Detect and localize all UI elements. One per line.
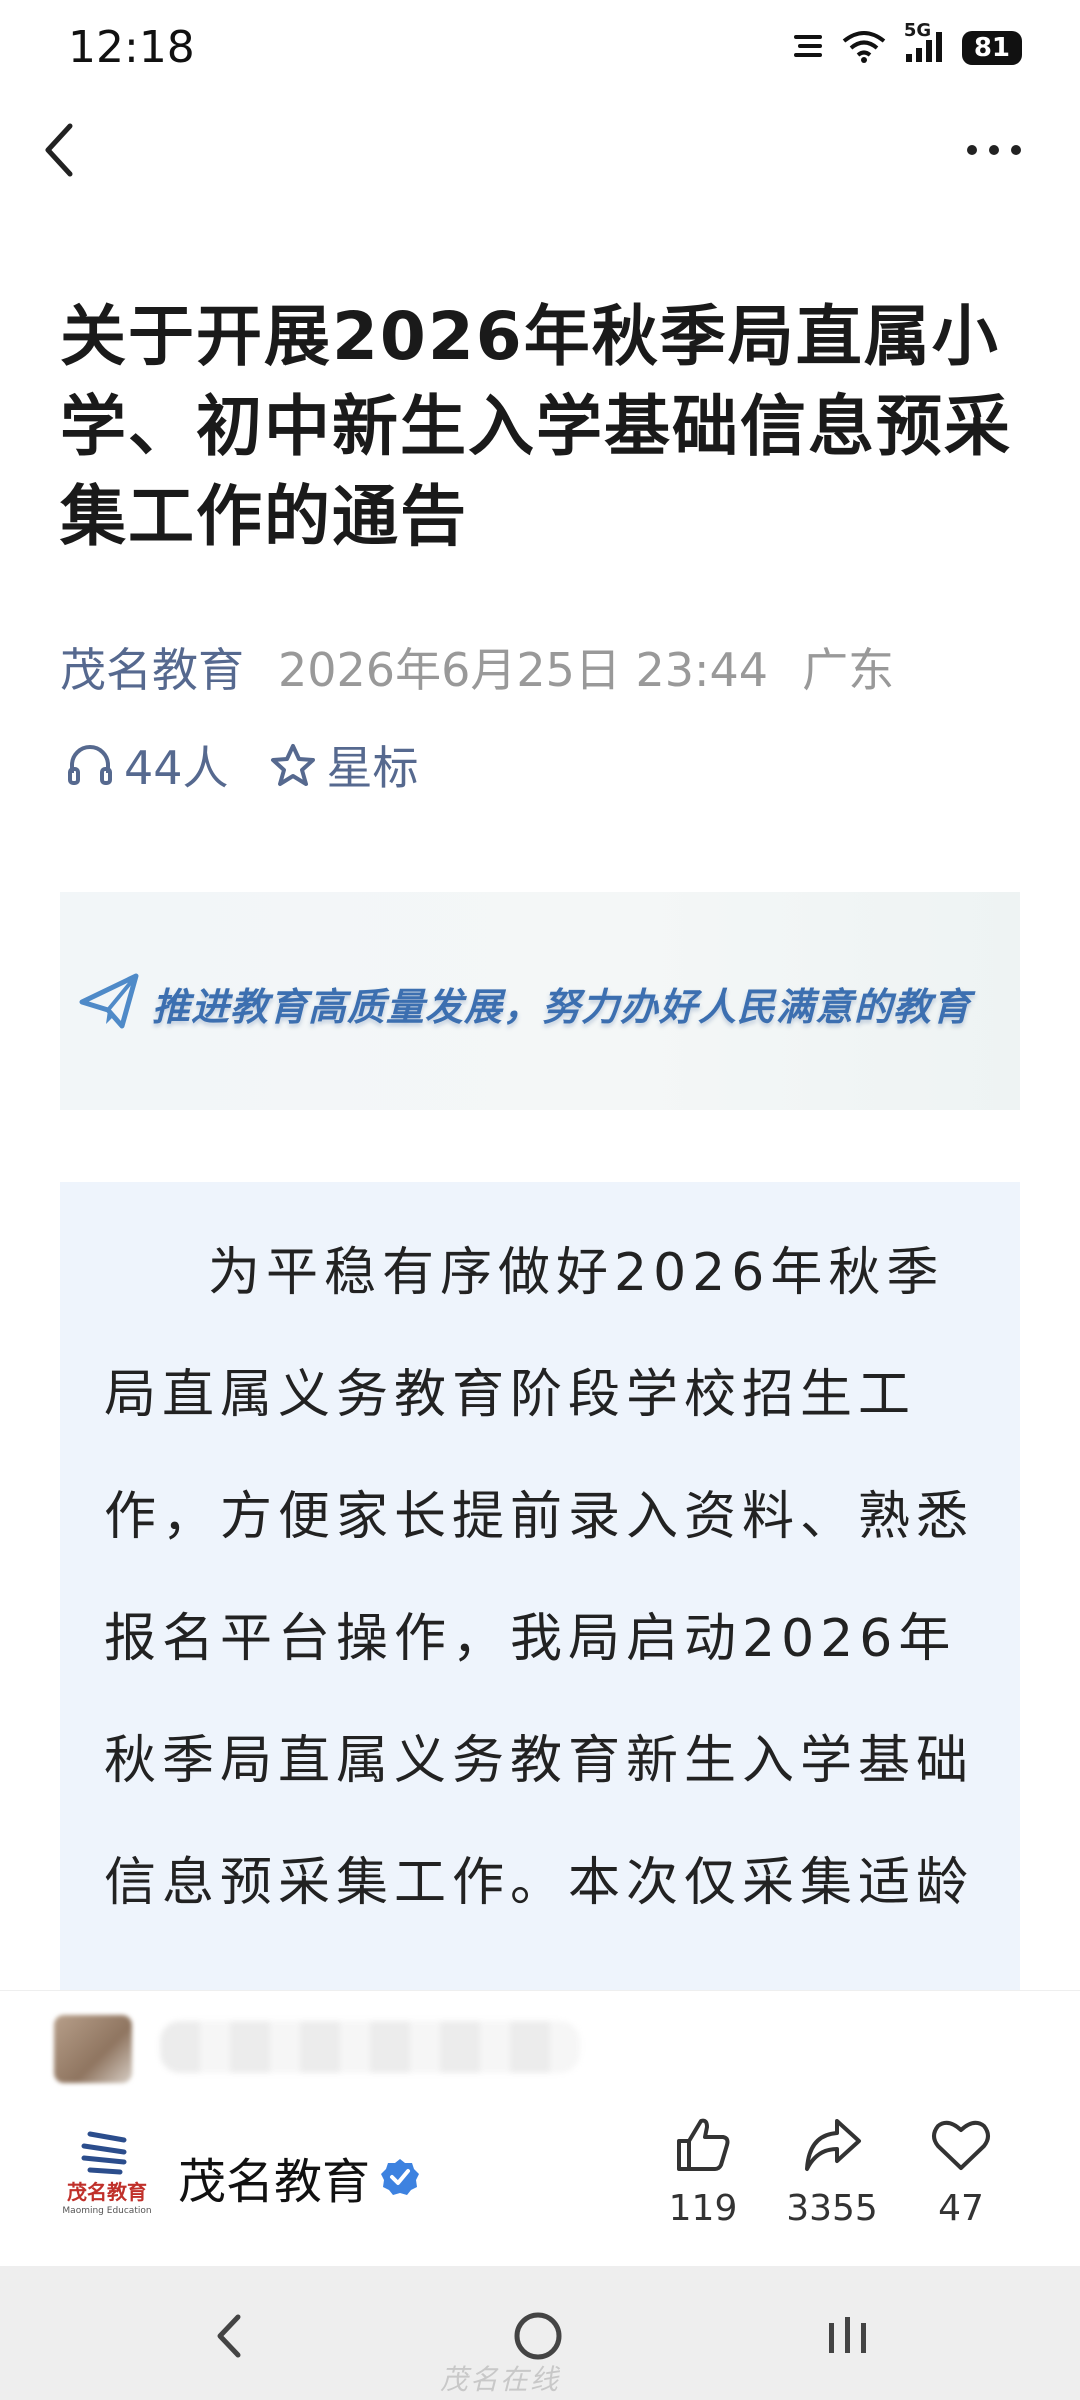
listener-count: 44人: [124, 741, 229, 795]
verified-badge-icon: [381, 2159, 420, 2195]
article-meta: 茂名教育 2026年6月25日 23:44 广东: [60, 634, 894, 700]
author-name[interactable]: 茂名教育: [178, 2142, 420, 2212]
paper-plane-icon: [79, 973, 139, 1029]
thumbs-up-icon: [677, 2118, 730, 2171]
author-bar: 茂名教育 Maoming Education 茂名教育 119 3355 47: [0, 2088, 1080, 2266]
commenter-name-blurred: [160, 2021, 580, 2073]
network-type-label: 5G: [903, 20, 932, 41]
star-button[interactable]: 星标: [269, 732, 419, 798]
banner-slogan: 推进教育高质量发展，努力办好人民满意的教育: [152, 985, 972, 1029]
status-time: 12:18: [68, 22, 195, 73]
notification-icon: [792, 32, 824, 64]
share-button[interactable]: 3355: [772, 2108, 892, 2229]
slogan-banner: 推进教育高质量发展，努力办好人民满意的教育: [60, 892, 1020, 1110]
commenter-row[interactable]: [0, 1990, 1080, 2089]
article-body-panel: 为平稳有序做好2026年秋季局直属义务教育阶段学校招生工作，方便家长提前录入资料…: [60, 1182, 1020, 1990]
headphones-icon: [68, 745, 112, 785]
commenter-avatar: [54, 2015, 132, 2083]
favorite-count: 47: [938, 2188, 984, 2229]
watermark-text: 茂名在线: [440, 2363, 561, 2396]
article-title: 关于开展2026年秋季局直属小学、初中新生入学基础信息预采集工作的通告: [60, 298, 1012, 555]
logo-subtext: Maoming Education: [62, 2206, 152, 2216]
status-bar: 12:18 5G 81: [0, 0, 1080, 100]
logo-text: 茂名教育: [67, 2180, 147, 2204]
battery-indicator: 81: [961, 31, 1022, 65]
article-actions: 44人 星标: [66, 732, 419, 798]
like-button[interactable]: 119: [643, 2108, 763, 2229]
author-name-label: 茂名教育: [178, 2154, 371, 2210]
heart-icon: [932, 2120, 990, 2170]
nav-recents-icon: [829, 2317, 866, 2353]
listen-button[interactable]: 44人: [66, 732, 229, 798]
more-dots-icon: [967, 145, 1021, 155]
article-source-link[interactable]: 茂名教育: [60, 634, 244, 700]
article-body-text: 为平稳有序做好2026年秋季局直属义务教育阶段学校招生工作，方便家长提前录入资料…: [104, 1243, 975, 1913]
system-nav-bar: 茂名在线: [0, 2266, 1080, 2400]
nav-back-icon: [217, 2314, 241, 2358]
publish-location: 广东: [802, 643, 895, 697]
more-options-button[interactable]: [964, 132, 1024, 168]
share-arrow-icon: [805, 2119, 861, 2171]
star-icon: [270, 744, 315, 786]
cellular-signal-icon: 5G: [904, 20, 944, 68]
nav-back-button[interactable]: [190, 2296, 270, 2376]
back-button[interactable]: [40, 118, 80, 182]
nav-home-icon: [514, 2312, 562, 2360]
nav-recents-button[interactable]: [808, 2296, 888, 2376]
share-count: 3355: [786, 2188, 878, 2229]
favorite-button[interactable]: 47: [901, 2108, 1021, 2229]
publish-datetime: 2026年6月25日 23:44: [278, 643, 769, 697]
author-logo[interactable]: 茂名教育 Maoming Education: [62, 2130, 152, 2222]
star-label: 星标: [326, 741, 419, 795]
like-count: 119: [668, 2188, 738, 2229]
wifi-icon: [842, 29, 886, 67]
chevron-left-icon: [45, 123, 73, 177]
status-icons: 5G 81: [792, 20, 1022, 68]
